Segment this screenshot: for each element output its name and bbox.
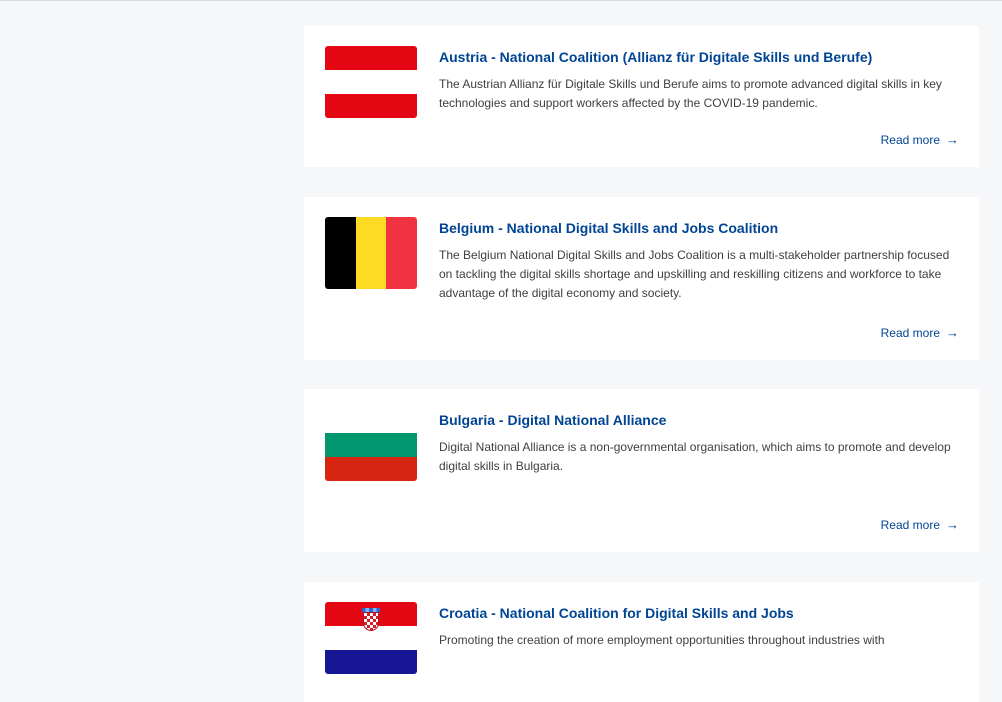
coalition-title-croatia[interactable]: Croatia - National Coalition for Digital… bbox=[439, 604, 959, 622]
arrow-right-icon: → bbox=[946, 132, 959, 147]
read-more-label: Read more bbox=[880, 133, 940, 147]
coalition-card-austria: Austria - National Coalition (Allianz fü… bbox=[304, 26, 979, 167]
coalition-title-belgium[interactable]: Belgium - National Digital Skills and Jo… bbox=[439, 219, 959, 237]
arrow-right-icon: → bbox=[946, 517, 959, 532]
austria-flag bbox=[325, 46, 417, 118]
coalition-description-croatia: Promoting the creation of more employmen… bbox=[439, 633, 885, 647]
flag-stripe-red-top bbox=[325, 46, 417, 70]
flag-stripe-white bbox=[325, 70, 417, 94]
read-more-link-austria[interactable]: Read more → bbox=[881, 132, 959, 148]
coat-of-arms-icon bbox=[363, 612, 379, 631]
flag-stripe-yellow bbox=[355, 217, 387, 289]
flag-stripe-red-bottom bbox=[325, 94, 417, 118]
croatia-flag bbox=[325, 602, 417, 674]
coalition-title-austria[interactable]: Austria - National Coalition (Allianz fü… bbox=[439, 48, 959, 66]
flag-stripe-white bbox=[325, 409, 417, 433]
coalition-card-croatia: Croatia - National Coalition for Digital… bbox=[304, 582, 979, 702]
read-more-link-belgium[interactable]: Read more → bbox=[881, 325, 959, 341]
coalition-description-bulgaria: Digital National Alliance is a non-gover… bbox=[439, 440, 951, 473]
read-more-label: Read more bbox=[880, 518, 940, 532]
coalition-title-bulgaria[interactable]: Bulgaria - Digital National Alliance bbox=[439, 411, 959, 429]
header-divider bbox=[0, 0, 1002, 1]
flag-stripe-black bbox=[325, 217, 356, 289]
flag-stripe-red bbox=[325, 457, 417, 481]
coalition-card-bulgaria: Bulgaria - Digital National Alliance Dig… bbox=[304, 389, 979, 552]
coalition-description-austria: The Austrian Allianz für Digitale Skills… bbox=[439, 77, 942, 110]
coalition-card-belgium: Belgium - National Digital Skills and Jo… bbox=[304, 197, 979, 360]
read-more-label: Read more bbox=[880, 326, 940, 340]
belgium-flag bbox=[325, 217, 417, 289]
flag-stripe-green bbox=[325, 433, 417, 457]
bulgaria-flag bbox=[325, 409, 417, 481]
flag-stripe-blue bbox=[325, 650, 417, 674]
flag-stripe-red bbox=[386, 217, 417, 289]
read-more-link-bulgaria[interactable]: Read more → bbox=[881, 517, 959, 533]
arrow-right-icon: → bbox=[946, 325, 959, 340]
coalition-description-belgium: The Belgium National Digital Skills and … bbox=[439, 248, 950, 300]
